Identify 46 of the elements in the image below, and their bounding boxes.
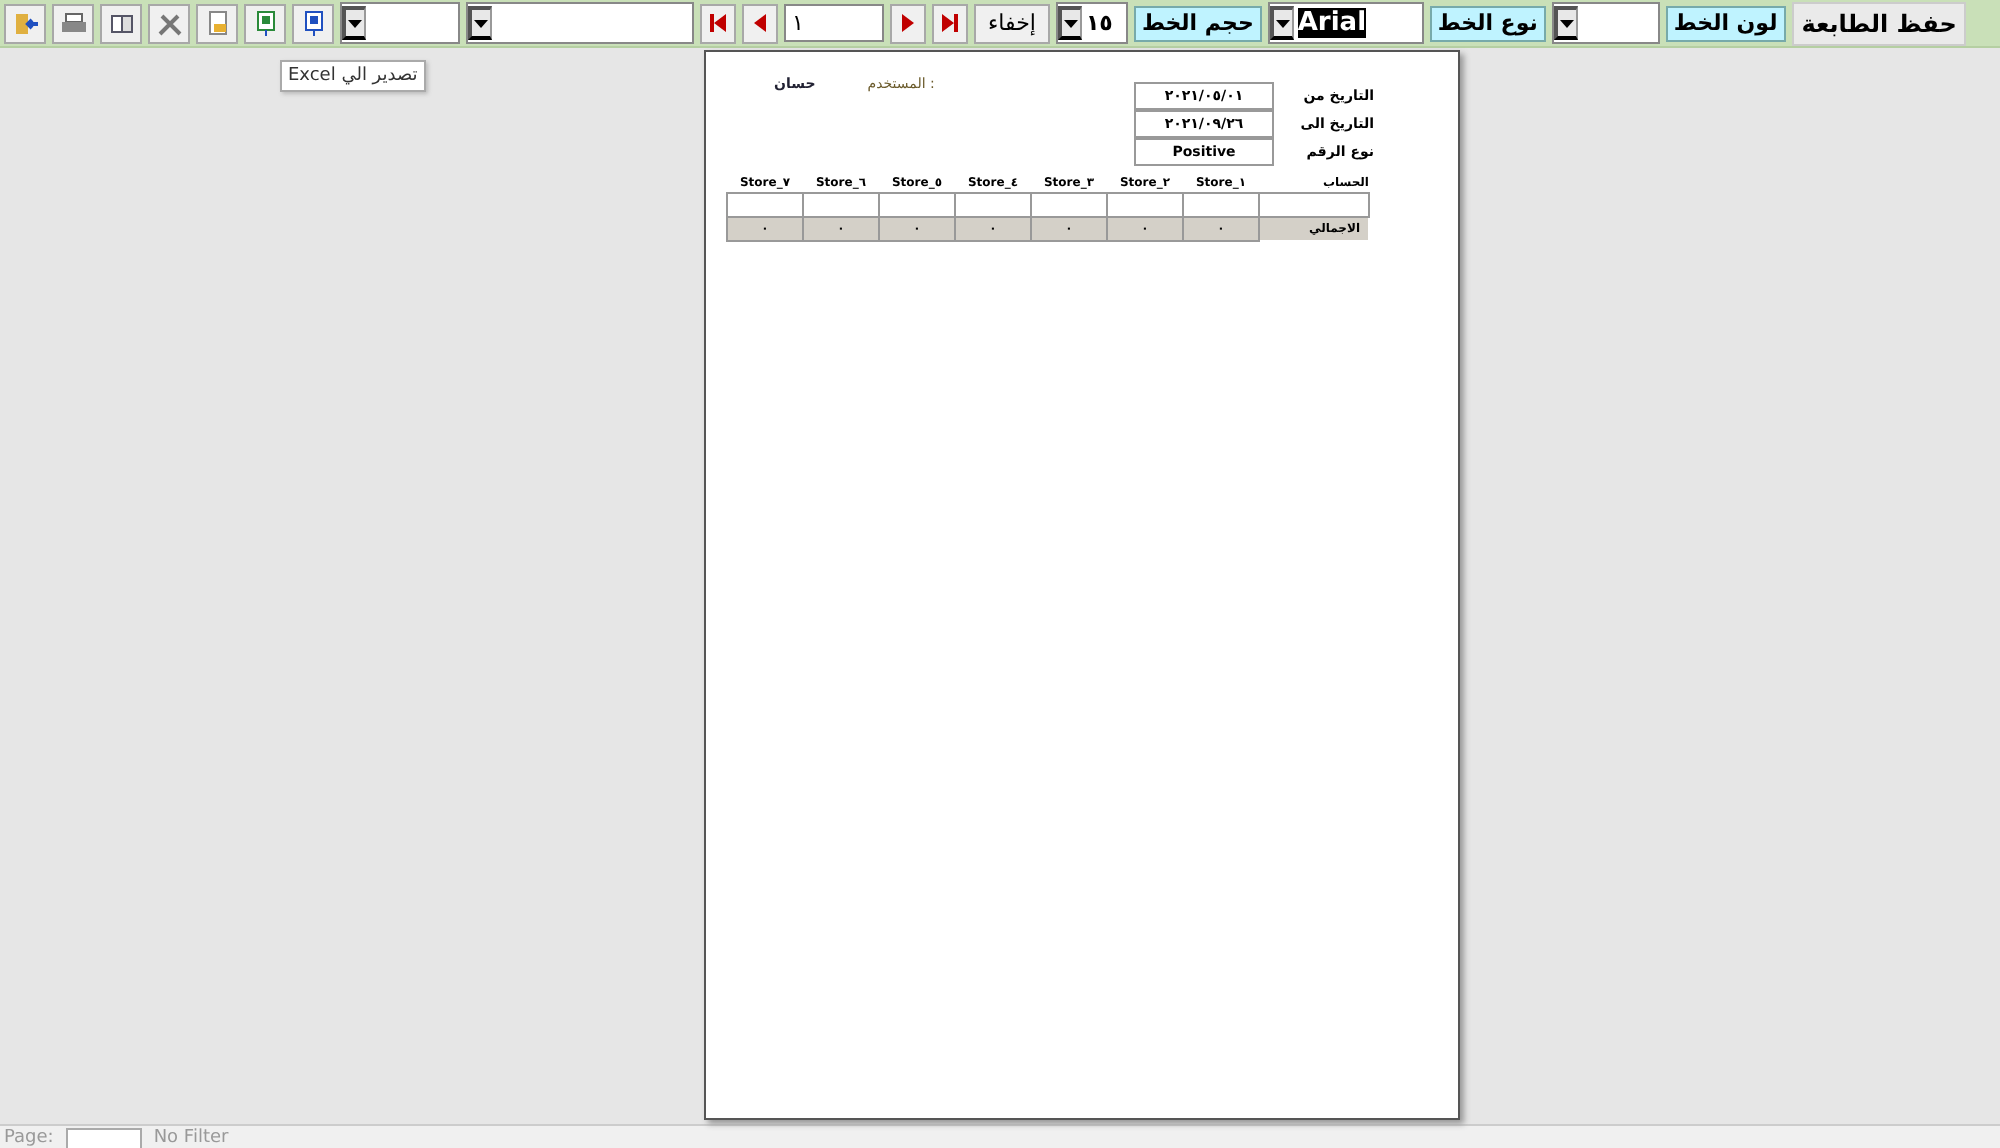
caret-icon — [1063, 19, 1078, 27]
font-name-label: نوع الخط — [1429, 5, 1546, 41]
exit-button[interactable] — [4, 3, 46, 43]
font-size-combo[interactable]: ١٥ — [1055, 2, 1128, 44]
hide-button[interactable]: إخفاء — [974, 3, 1050, 43]
dropdown-button[interactable] — [1057, 6, 1082, 40]
caret-icon — [474, 19, 488, 27]
page-field[interactable] — [65, 1127, 142, 1148]
next-page-icon — [900, 14, 916, 32]
page-label: Page: — [4, 1128, 54, 1148]
spreadsheet-button[interactable] — [244, 3, 286, 43]
caret-icon — [1559, 19, 1574, 27]
save-printer-button[interactable]: حفظ الطابعة — [1791, 1, 1967, 45]
file-icon — [299, 9, 327, 37]
exit-icon — [11, 9, 39, 37]
dropdown-button[interactable] — [1269, 6, 1294, 40]
book-icon — [107, 9, 135, 37]
document-icon — [203, 9, 231, 37]
font-color-label: لون الخط — [1665, 5, 1786, 41]
first-page-button[interactable] — [700, 3, 736, 43]
previous-page-icon — [752, 14, 768, 32]
document-button[interactable] — [196, 3, 238, 43]
caret-icon — [348, 19, 362, 27]
filter-label: No Filter — [153, 1128, 229, 1148]
font-size-value: ١٥ — [1083, 8, 1115, 40]
last-page-icon — [942, 14, 958, 32]
file-button[interactable] — [292, 3, 334, 43]
search-combo[interactable] — [466, 2, 694, 44]
dropdown-button[interactable] — [342, 6, 366, 40]
last-page-button[interactable] — [932, 3, 968, 43]
spreadsheet-icon — [251, 9, 279, 37]
printer-icon — [59, 9, 87, 37]
next-page-button[interactable] — [890, 3, 926, 43]
font-name-combo[interactable]: Arial — [1267, 2, 1424, 44]
page-number-field[interactable]: ١ — [784, 4, 884, 42]
dropdown-button[interactable] — [1553, 6, 1578, 40]
font-size-label: حجم الخط — [1133, 5, 1262, 41]
dropdown-button[interactable] — [468, 6, 492, 40]
printer-button[interactable] — [52, 3, 94, 43]
tooltip: تصدير الي Excel — [280, 60, 426, 92]
previous-page-button[interactable] — [742, 3, 778, 43]
filter-combo[interactable] — [340, 2, 460, 44]
caret-icon — [1275, 19, 1290, 27]
first-page-icon — [710, 14, 726, 32]
font-color-combo[interactable] — [1551, 2, 1660, 44]
book-button[interactable] — [100, 3, 142, 43]
